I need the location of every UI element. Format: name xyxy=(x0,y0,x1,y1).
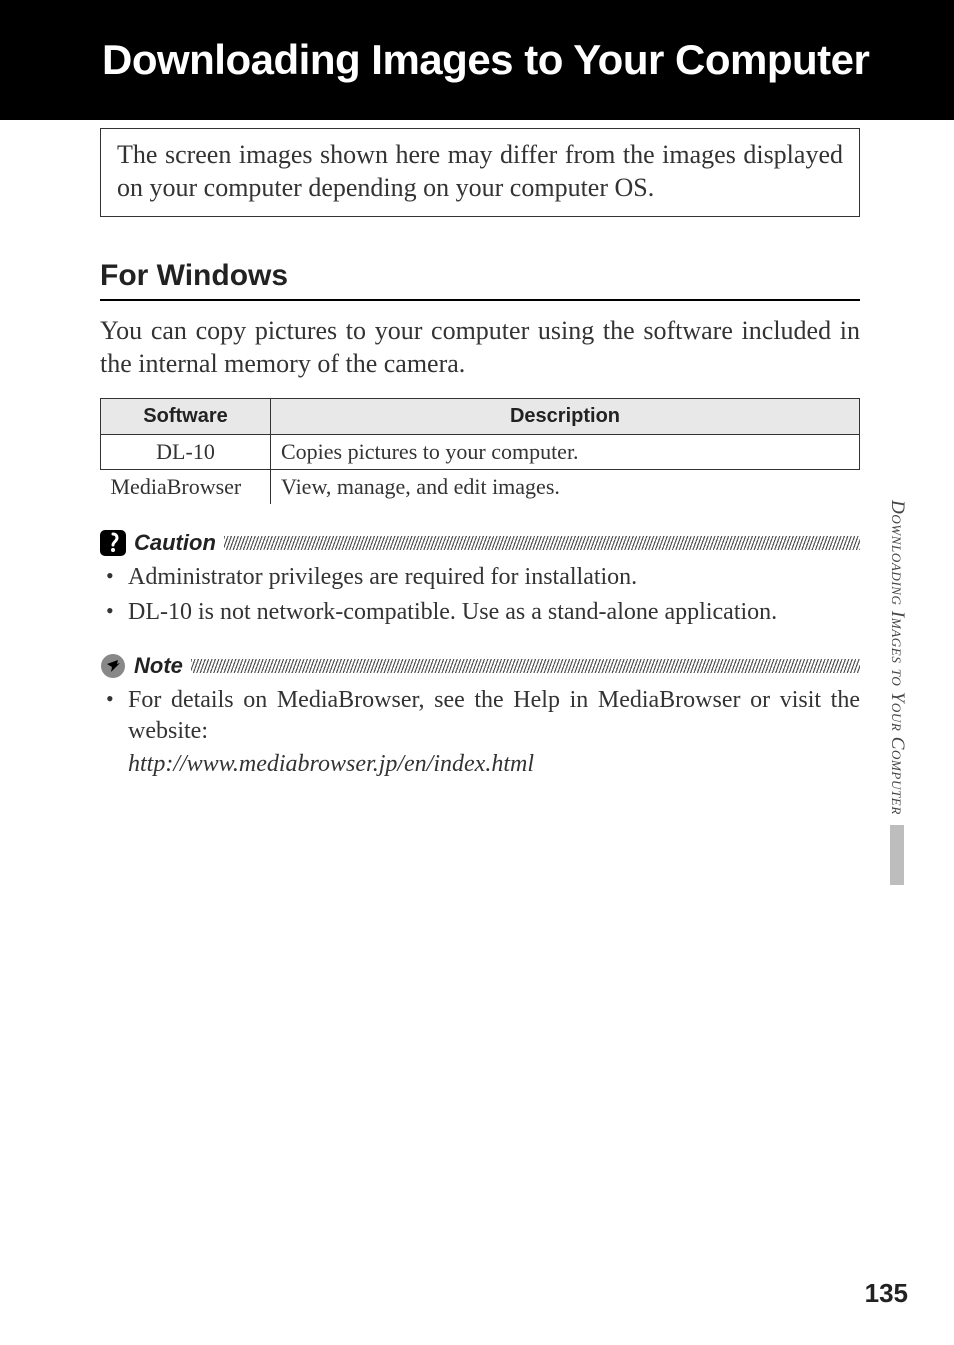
caution-label: Caution xyxy=(134,530,216,556)
table-header-row: Software Description xyxy=(101,399,860,435)
note-url: http://www.mediabrowser.jp/en/index.html xyxy=(100,751,860,778)
software-name-cell: MediaBrowser xyxy=(101,470,271,505)
caution-list: Administrator privileges are required fo… xyxy=(100,562,860,627)
note-label: Note xyxy=(134,653,183,679)
table-row: MediaBrowser View, manage, and edit imag… xyxy=(101,470,860,505)
note-header: Note xyxy=(100,653,860,679)
list-item: Administrator privileges are required fo… xyxy=(100,562,860,593)
table-header-description: Description xyxy=(271,399,860,435)
intro-callout-box: The screen images shown here may differ … xyxy=(100,128,860,217)
hatch-divider xyxy=(224,536,860,550)
chapter-title: Downloading Images to Your Computer xyxy=(102,36,869,84)
software-table: Software Description DL-10 Copies pictur… xyxy=(100,398,860,504)
table-header-software: Software xyxy=(101,399,271,435)
caution-icon xyxy=(100,530,126,556)
side-tab-label: Downloading Images to Your Computer xyxy=(886,500,908,815)
hatch-divider xyxy=(191,659,860,673)
page-content: The screen images shown here may differ … xyxy=(100,128,860,778)
side-tab: Downloading Images to Your Computer xyxy=(882,500,912,940)
software-desc-cell: View, manage, and edit images. xyxy=(271,470,860,505)
section-intro-text: You can copy pictures to your computer u… xyxy=(100,315,860,380)
section-heading: For Windows xyxy=(100,259,860,301)
list-item: For details on MediaBrowser, see the Hel… xyxy=(100,685,860,746)
page-number: 135 xyxy=(865,1278,908,1309)
software-name-cell: DL-10 xyxy=(101,435,271,470)
note-icon xyxy=(100,653,126,679)
table-row: DL-10 Copies pictures to your computer. xyxy=(101,435,860,470)
note-list: For details on MediaBrowser, see the Hel… xyxy=(100,685,860,746)
software-desc-cell: Copies pictures to your computer. xyxy=(271,435,860,470)
side-tab-marker xyxy=(890,825,904,885)
chapter-title-tab: Downloading Images to Your Computer xyxy=(70,0,930,120)
intro-text: The screen images shown here may differ … xyxy=(117,139,843,204)
caution-header: Caution xyxy=(100,530,860,556)
manual-page: Downloading Images to Your Computer The … xyxy=(0,0,954,1345)
list-item: DL-10 is not network-compatible. Use as … xyxy=(100,597,860,628)
